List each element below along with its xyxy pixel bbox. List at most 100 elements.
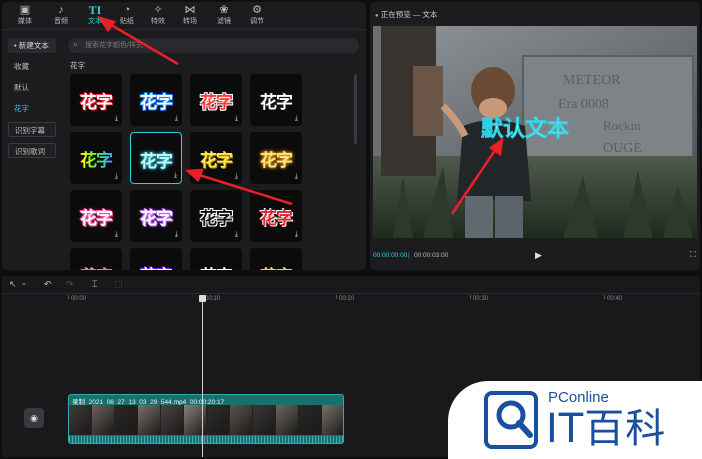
sidebar-item-new-text[interactable]: • 新建文本 xyxy=(8,38,56,53)
fancy-text-tile[interactable]: 花字⤓ xyxy=(250,190,302,242)
tab-audio[interactable]: ♪ 音频 xyxy=(46,4,76,30)
download-icon[interactable]: ⤓ xyxy=(235,173,238,181)
download-icon[interactable]: ⤓ xyxy=(115,231,118,239)
playhead[interactable] xyxy=(199,295,206,457)
fancy-text-tile[interactable]: 花字⤓ xyxy=(190,190,242,242)
split-icon[interactable]: ⌶ xyxy=(92,279,97,290)
video-clip[interactable]: 录制_2021_06_27_13_03_29_544.mp4 00:00:20:… xyxy=(68,394,344,444)
watermark-brand: PConline xyxy=(548,389,609,406)
fancy-text-tile[interactable]: 花字⤓ xyxy=(70,248,122,270)
fancy-text-tile[interactable]: 花字⤓ xyxy=(250,248,302,270)
video-editor-app: ▣ 媒体 ♪ 音频 TI 文本 ◔ 贴纸 ✧ 特效 ⋈ 转场 ❀ 滤镜 ⚙ 调节 • 新建文本 收藏 默认 花… xyxy=(0,0,702,459)
clip-thumbnail-frame xyxy=(184,405,207,435)
download-icon[interactable]: ⤓ xyxy=(175,115,178,123)
fancy-text-tile[interactable]: 花字⤓ xyxy=(70,74,122,126)
fancy-text-tile[interactable]: 花字⤓ xyxy=(130,74,182,126)
fancy-text-tile[interactable]: 花字 ⤓ xyxy=(70,132,122,184)
tab-effects[interactable]: ✧ 特效 xyxy=(143,4,173,30)
material-panel: ▣ 媒体 ♪ 音频 TI 文本 ◔ 贴纸 ✧ 特效 ⋈ 转场 ❀ 滤镜 ⚙ 调节 • 新建文本 收藏 默认 花… xyxy=(2,2,366,270)
track-audio-toggle-icon[interactable]: ◉ xyxy=(24,408,44,428)
audio-icon: ♪ xyxy=(58,4,64,16)
clip-thumbnail-frame xyxy=(115,405,138,435)
tile-text: 花字 xyxy=(130,262,182,270)
fancy-text-tile[interactable]: 花字⤓ xyxy=(250,132,302,184)
download-icon[interactable]: ⤓ xyxy=(115,173,118,181)
preview-overlay-text[interactable]: 默认文本 xyxy=(481,116,570,143)
undo-icon[interactable]: ↶ xyxy=(44,279,52,290)
video-preview[interactable]: METEOR Era 0008 Rockin OUGE 默认文本 xyxy=(373,26,697,238)
clip-thumbnail-frame xyxy=(253,405,276,435)
engraving-line-3: Rockin xyxy=(603,118,641,133)
download-icon[interactable]: ⤓ xyxy=(295,115,298,123)
sidebar-item-favorites[interactable]: 收藏 xyxy=(8,59,56,74)
clip-thumbnail-frame xyxy=(92,405,115,435)
select-cursor-icon[interactable]: ↖ xyxy=(9,279,17,290)
engraving-line-4: OUGE xyxy=(603,141,642,156)
sidebar-item-default[interactable]: 默认 xyxy=(8,80,56,95)
preview-title: ● 正在预览 — 文本 xyxy=(375,9,437,20)
tab-sticker[interactable]: ◔ 贴纸 xyxy=(112,4,142,30)
fancy-text-tile[interactable]: 花字⤓ xyxy=(130,190,182,242)
status-dot-icon: ● xyxy=(375,13,379,19)
grid-scrollbar[interactable] xyxy=(354,74,357,144)
delete-icon[interactable]: ⬚ xyxy=(114,279,123,290)
tile-text: 花字 xyxy=(200,151,233,170)
engraving-line-2: Era 0008 xyxy=(558,97,609,112)
play-button[interactable]: ▶ xyxy=(535,250,542,261)
fancy-text-tile[interactable]: 花字⤓ xyxy=(250,74,302,126)
fancy-text-tile[interactable]: 花字⤓ xyxy=(70,190,122,242)
pconline-watermark: PConline IT百科 xyxy=(448,381,702,459)
fancy-text-tile[interactable]: 花字⤓ xyxy=(190,248,242,270)
sidebar-item-fancy-text[interactable]: 花字 xyxy=(8,101,56,116)
text-icon: TI xyxy=(88,3,102,17)
section-title: 花字 xyxy=(70,61,85,70)
sticker-icon: ◔ xyxy=(123,4,131,16)
preview-title-text: 正在预览 — 文本 xyxy=(380,10,438,19)
video-scene: METEOR Era 0008 Rockin OUGE 默认文本 xyxy=(373,26,697,238)
fullscreen-icon[interactable]: ⛶ xyxy=(690,250,696,260)
tile-text: 花字 xyxy=(140,152,173,171)
sidebar-item-recognize-lyrics[interactable]: 识别歌词 xyxy=(8,143,56,158)
tile-text: 花字 xyxy=(190,262,242,270)
tile-text: 花字 xyxy=(140,93,173,112)
download-icon[interactable]: ⤓ xyxy=(235,115,238,123)
tab-label: 贴纸 xyxy=(120,18,134,25)
tab-label: 调节 xyxy=(250,18,264,25)
engraving-line-1: METEOR xyxy=(563,73,621,88)
adjust-icon: ⚙ xyxy=(252,4,262,16)
tab-adjust[interactable]: ⚙ 调节 xyxy=(242,4,272,30)
filter-icon: ❀ xyxy=(219,4,229,16)
tile-text: 花字 xyxy=(200,209,233,228)
total-time: 00:00:03:00 xyxy=(414,252,449,259)
select-menu-chevron-icon[interactable]: ⌄ xyxy=(21,279,27,287)
download-icon[interactable]: ⤓ xyxy=(115,115,118,123)
tab-media[interactable]: ▣ 媒体 xyxy=(10,4,40,30)
tab-transition[interactable]: ⋈ 转场 xyxy=(175,4,205,30)
tile-text: 花字 xyxy=(200,93,233,112)
clip-thumbnail-frame xyxy=(299,405,322,435)
timeline-ruler[interactable]: 00:00 00:10 00:20 00:30 00:40 xyxy=(68,295,700,307)
player-controls: 00:00:00:00 | 00:00:03:00 ▶ ⛶ xyxy=(370,246,700,270)
fancy-text-tile[interactable]: 花字⤓ xyxy=(130,132,182,184)
search-input[interactable] xyxy=(85,40,345,51)
download-icon[interactable]: ⤓ xyxy=(175,231,178,239)
download-icon[interactable]: ⤓ xyxy=(174,172,177,180)
redo-icon[interactable]: ↷ xyxy=(66,279,74,290)
clip-thumbnail-frame xyxy=(69,405,92,435)
tile-text: 花字 xyxy=(70,146,122,171)
sidebar-item-recognize-subtitles[interactable]: 识别字幕 xyxy=(8,122,56,137)
tab-filter[interactable]: ❀ 滤镜 xyxy=(209,4,239,30)
tab-label: 滤镜 xyxy=(217,18,231,25)
fancy-text-tile[interactable]: 花字⤓ xyxy=(130,248,182,270)
download-icon[interactable]: ⤓ xyxy=(235,231,238,239)
clip-waveform xyxy=(69,436,343,443)
clip-thumbnail-frame xyxy=(161,405,184,435)
tab-text[interactable]: TI 文本 xyxy=(80,4,110,30)
fancy-text-tile[interactable]: 花字⤓ xyxy=(190,132,242,184)
download-icon[interactable]: ⤓ xyxy=(295,231,298,239)
current-time: 00:00:00:00 xyxy=(373,252,408,259)
tile-text: 花字 xyxy=(260,209,293,228)
download-icon[interactable]: ⤓ xyxy=(295,173,298,181)
fancy-text-tile[interactable]: 花字⤓ xyxy=(190,74,242,126)
tile-text: 花字 xyxy=(260,93,293,112)
